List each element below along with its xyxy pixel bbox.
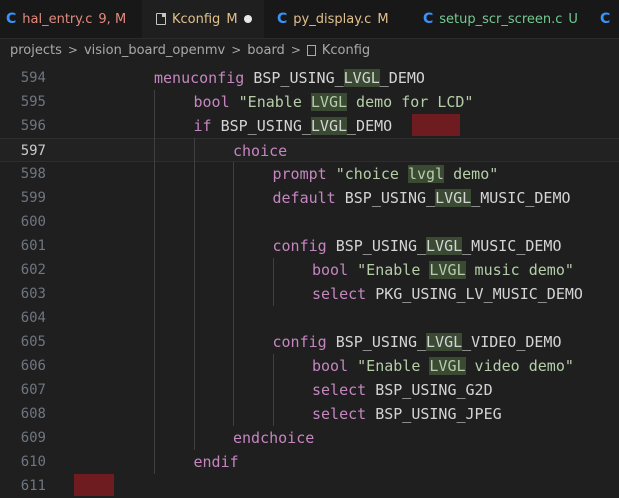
tab-label: py_display.c: [293, 11, 372, 27]
tab-overflow[interactable]: C: [600, 0, 619, 38]
tab-setup-scr-screen[interactable]: C setup_scr_screen.c U: [423, 0, 593, 38]
indent-guide: [193, 138, 195, 450]
breadcrumb: projects > vision_board_openmv > board >…: [0, 39, 619, 61]
code-line[interactable]: 607 select BSP_USING_G2D: [0, 378, 619, 402]
tab-py-display[interactable]: C py_display.c M: [277, 0, 417, 38]
code-text: bool "Enable LVGL video demo": [312, 357, 574, 375]
line-number: 604: [20, 310, 46, 326]
c-file-icon: C: [277, 11, 288, 27]
chevron-right-icon: >: [231, 43, 242, 57]
line-number: 600: [20, 214, 46, 230]
code-editor[interactable]: 594 menuconfig BSP_USING_LVGL_DEMO 595 bool…: [0, 66, 619, 496]
file-icon: [306, 44, 316, 56]
line-number: 611: [20, 478, 46, 494]
code-line[interactable]: 602 bool "Enable LVGL music demo": [0, 258, 619, 282]
code-line[interactable]: 604: [0, 306, 619, 330]
indent-guide: [272, 354, 274, 426]
tab-label: hal_entry.c: [22, 11, 93, 27]
chevron-right-icon: >: [290, 43, 301, 57]
tab-label: Kconfig: [172, 11, 221, 27]
editor-tab-bar: C hal_entry.c 9, M Kconfig M C py_displa…: [0, 0, 619, 39]
tab-kconfig[interactable]: Kconfig M: [142, 0, 264, 38]
c-file-icon: C: [6, 11, 17, 27]
code-line[interactable]: 605 config BSP_USING_LVGL_VIDEO_DEMO: [0, 330, 619, 354]
code-text: select BSP_USING_JPEG: [312, 405, 502, 423]
line-number: 605: [20, 334, 46, 350]
line-number: 607: [20, 382, 46, 398]
code-line[interactable]: 603 select PKG_USING_LV_MUSIC_DEMO: [0, 282, 619, 306]
chevron-right-icon: >: [67, 43, 78, 57]
code-line[interactable]: 594 menuconfig BSP_USING_LVGL_DEMO: [0, 66, 619, 90]
line-number: 606: [20, 358, 46, 374]
breadcrumb-kconfig[interactable]: Kconfig: [322, 43, 370, 58]
tab-status: M: [377, 11, 389, 27]
code-line[interactable]: 606 bool "Enable LVGL video demo": [0, 354, 619, 378]
line-number: 602: [20, 262, 46, 278]
code-text: select BSP_USING_G2D: [312, 381, 493, 399]
line-number: 610: [20, 454, 46, 470]
c-file-icon: C: [600, 11, 611, 27]
tab-hal-entry[interactable]: C hal_entry.c 9, M: [6, 0, 146, 38]
line-number: 596: [20, 118, 46, 134]
breadcrumb-board[interactable]: board: [247, 43, 285, 58]
unsaved-dot-icon[interactable]: [243, 15, 252, 23]
tab-status: M: [226, 11, 238, 27]
line-number: 594: [20, 70, 46, 86]
indent-guide: [154, 90, 155, 474]
breadcrumb-vision-board[interactable]: vision_board_openmv: [84, 43, 225, 58]
code-line[interactable]: 598 prompt "choice lvgl demo": [0, 162, 619, 186]
code-line[interactable]: 601 config BSP_USING_LVGL_MUSIC_DEMO: [0, 234, 619, 258]
tab-status: U: [568, 11, 578, 27]
code-text: if BSP_USING_LVGL_DEMO: [193, 117, 393, 135]
line-number: 609: [20, 430, 46, 446]
code-text: bool "Enable LVGL demo for LCD": [193, 93, 474, 111]
code-text: choice: [233, 142, 288, 160]
breadcrumb-projects[interactable]: projects: [10, 43, 62, 58]
c-file-icon: C: [423, 11, 434, 27]
code-text: default BSP_USING_LVGL_MUSIC_DEMO: [272, 189, 571, 207]
line-number: 597: [20, 143, 46, 159]
line-number: 595: [20, 94, 46, 110]
code-line[interactable]: 600: [0, 210, 619, 234]
code-line[interactable]: 608 select BSP_USING_JPEG: [0, 402, 619, 426]
tab-label: setup_scr_screen.c: [439, 11, 563, 27]
code-line[interactable]: 599 default BSP_USING_LVGL_MUSIC_DEMO: [0, 186, 619, 210]
code-text: config BSP_USING_LVGL_MUSIC_DEMO: [272, 237, 562, 255]
code-line[interactable]: 610 endif: [0, 450, 619, 474]
line-number: 601: [20, 238, 46, 254]
code-line[interactable]: 595 bool "Enable LVGL demo for LCD": [0, 90, 619, 114]
code-text: config BSP_USING_LVGL_VIDEO_DEMO: [272, 333, 562, 351]
code-text: prompt "choice lvgl demo": [272, 165, 499, 183]
line-number: 603: [20, 286, 46, 302]
code-text: endif: [193, 453, 239, 471]
code-text: bool "Enable LVGL music demo": [312, 261, 574, 279]
line-number: 598: [20, 166, 46, 182]
tab-status: 9, M: [98, 11, 127, 27]
code-text: menuconfig BSP_USING_LVGL_DEMO: [154, 69, 425, 87]
line-number: 599: [20, 190, 46, 206]
indent-guide: [233, 162, 234, 426]
code-line[interactable]: 609 endchoice: [0, 426, 619, 450]
code-line[interactable]: 597 choice: [0, 138, 619, 162]
code-line[interactable]: 596 if BSP_USING_LVGL_DEMO: [0, 114, 619, 138]
code-line[interactable]: 611: [0, 474, 619, 498]
file-icon: [156, 13, 166, 25]
code-text: select PKG_USING_LV_MUSIC_DEMO: [312, 285, 583, 303]
line-number: 608: [20, 406, 46, 422]
indent-guide: [272, 258, 274, 306]
code-text: endchoice: [233, 429, 315, 447]
